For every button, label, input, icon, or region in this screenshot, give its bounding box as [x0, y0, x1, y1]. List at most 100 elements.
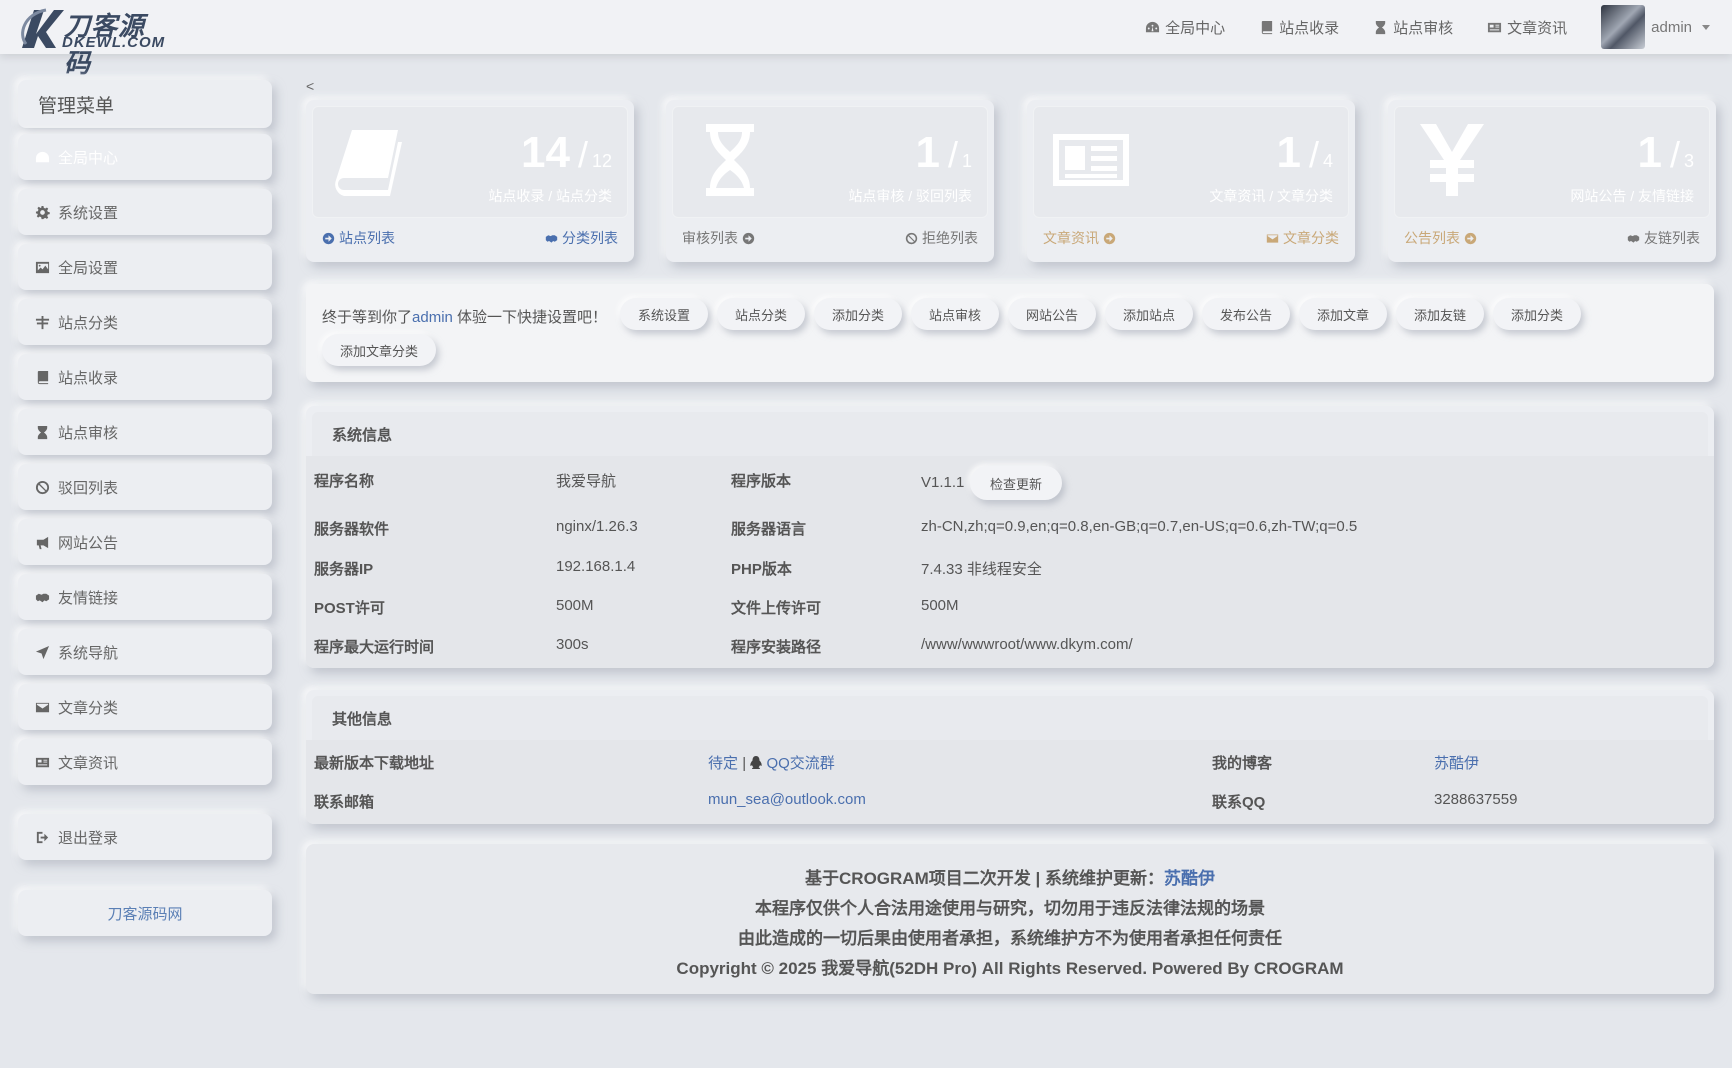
quick-site-review-button[interactable]: 站点审核 — [911, 298, 1000, 330]
sidebar-item-site-review[interactable]: 站点审核 — [18, 409, 272, 455]
category-list-link[interactable]: 分类列表 — [545, 228, 618, 248]
location-arrow-icon — [35, 645, 50, 659]
avatar[interactable] — [1601, 5, 1646, 49]
logout-label: 退出登录 — [58, 829, 119, 847]
topnav-sites[interactable]: 站点收录 — [1259, 17, 1339, 38]
sidebar-item-system-settings[interactable]: 系统设置 — [18, 189, 272, 235]
info-value: 7.4.33 非线程安全 — [921, 561, 1042, 578]
articles-link[interactable]: 文章资讯 — [1043, 228, 1116, 248]
newspaper-icon — [1488, 22, 1502, 32]
book-icon — [37, 370, 49, 384]
stat-divider: / — [577, 134, 588, 175]
link-label: 拒绝列表 — [922, 230, 978, 246]
sidebar-item-dashboard[interactable]: 全局中心 — [18, 134, 272, 180]
stat-divider: / — [947, 134, 958, 175]
stat-links: 审核列表 拒绝列表 — [682, 228, 978, 248]
info-label: 程序安装路径 — [731, 639, 822, 656]
download-pending-link[interactable]: 待定 — [708, 755, 738, 772]
topnav-review[interactable]: 站点审核 — [1373, 17, 1453, 38]
newspaper-icon — [35, 757, 50, 767]
greet-prefix: 终于等到你了 — [322, 309, 413, 326]
quick-announcement-button[interactable]: 网站公告 — [1008, 298, 1097, 330]
qq-penguin-icon — [750, 756, 762, 770]
other-info-title: 其他信息 — [312, 696, 1708, 740]
top-navbar: 刀客源码 DKEWL.COM 全局中心 站点收录 站点审核 文章资讯 admin — [0, 0, 1732, 78]
hourglass-icon — [690, 120, 770, 200]
other-info-table: 最新版本下载地址 待定 | QQ交流群 我的博客 苏酷伊 联系邮箱 mun_se… — [306, 740, 1714, 824]
quick-add-category-button-2[interactable]: 添加分类 — [1493, 298, 1582, 330]
site-list-link[interactable]: 站点列表 — [322, 228, 395, 248]
topnav-label: 全局中心 — [1165, 19, 1226, 37]
info-value: 500M — [921, 597, 959, 614]
chevron-down-icon — [1702, 24, 1710, 30]
collapse-sidebar-toggle[interactable]: < — [306, 78, 314, 94]
sidebar-item-label: 站点审核 — [58, 424, 119, 442]
sidebar-item-rejected-list[interactable]: 驳回列表 — [18, 464, 272, 510]
email-link[interactable]: mun_sea@outlook.com — [708, 791, 866, 808]
review-list-link[interactable]: 审核列表 — [682, 228, 755, 248]
quick-site-category-button[interactable]: 站点分类 — [717, 298, 806, 330]
sidebar-item-announcement[interactable]: 网站公告 — [18, 519, 272, 565]
arrow-circle-right-icon — [1103, 232, 1116, 244]
check-update-button[interactable]: 检查更新 — [970, 466, 1063, 500]
sidebar-item-friend-links[interactable]: 友情链接 — [18, 574, 272, 620]
sidebar-item-site-collection[interactable]: 站点收录 — [18, 354, 272, 400]
sidebar-item-article-category[interactable]: 文章分类 — [18, 684, 272, 730]
sidebar-item-system-nav[interactable]: 系统导航 — [18, 629, 272, 675]
footer-maintainer-link[interactable]: 苏酷伊 — [1164, 869, 1215, 888]
info-label: 服务器语言 — [731, 521, 807, 538]
stat-card-articles: 1/4 文章资讯 / 文章分类 文章资讯 文章分类 — [1027, 100, 1355, 262]
quick-greeting: 终于等到你了admin 体验一下快捷设置吧！ — [322, 306, 607, 327]
stat-count: 14 — [521, 128, 570, 177]
sidebar-item-articles[interactable]: 文章资讯 — [18, 739, 272, 785]
handshake-icon — [1627, 234, 1640, 243]
quick-add-article-button[interactable]: 添加文章 — [1299, 298, 1388, 330]
sidebar-item-site-category[interactable]: 站点分类 — [18, 299, 272, 345]
stat-card-announcements: 1/3 网站公告 / 友情链接 公告列表 友链列表 — [1388, 100, 1716, 262]
logout-button[interactable]: 退出登录 — [18, 814, 272, 860]
bullhorn-icon — [36, 536, 49, 549]
rejected-list-link[interactable]: 拒绝列表 — [905, 228, 978, 248]
blog-link[interactable]: 苏酷伊 — [1434, 752, 1479, 773]
article-category-link[interactable]: 文章分类 — [1266, 228, 1339, 248]
info-label: 文件上传许可 — [731, 600, 822, 617]
sidebar-item-global-settings[interactable]: 全局设置 — [18, 244, 272, 290]
sidebar-item-label: 全局设置 — [58, 259, 119, 277]
download-links: 待定 | QQ交流群 — [708, 752, 835, 773]
image-icon — [35, 261, 50, 273]
stat-count: 1 — [915, 128, 940, 177]
site-logo[interactable]: 刀客源码 DKEWL.COM — [16, 4, 166, 78]
sidebar-item-label: 站点分类 — [58, 314, 119, 332]
stat-numbers: 1/1 — [915, 128, 972, 178]
page-footer: 基于CROGRAM项目二次开发 | 系统维护更新：苏酷伊 本程序仅供个人合法用途… — [306, 844, 1714, 994]
quick-add-friend-link-button[interactable]: 添加友链 — [1396, 298, 1485, 330]
friend-link-list-link[interactable]: 友链列表 — [1627, 228, 1700, 248]
info-value: nginx/1.26.3 — [556, 518, 638, 535]
footer-line-credits: 基于CROGRAM项目二次开发 | 系统维护更新：苏酷伊 — [306, 864, 1714, 889]
topnav-dashboard[interactable]: 全局中心 — [1145, 17, 1225, 38]
footer-line-disclaimer-1: 本程序仅供个人合法用途使用与研究，切勿用于违反法律法规的场景 — [755, 899, 1265, 918]
stat-links: 站点列表 分类列表 — [322, 228, 618, 248]
sidebar-title: 管理菜单 — [18, 80, 272, 128]
info-label: POST许可 — [314, 600, 385, 617]
user-menu[interactable]: admin — [1601, 5, 1710, 49]
link-label: 站点列表 — [339, 230, 395, 246]
quick-system-settings-button[interactable]: 系统设置 — [620, 298, 709, 330]
footer-credits-text: 基于CROGRAM项目二次开发 | 系统维护更新： — [805, 869, 1164, 888]
sidebar-item-label: 文章分类 — [58, 699, 119, 717]
topnav-label: 站点收录 — [1279, 19, 1340, 37]
dashboard-icon — [1146, 21, 1160, 32]
sidebar-footer-link[interactable]: 刀客源码网 — [18, 890, 272, 936]
quick-add-site-button[interactable]: 添加站点 — [1105, 298, 1194, 330]
quick-add-article-category-button[interactable]: 添加文章分类 — [322, 334, 437, 366]
quick-publish-announcement-button[interactable]: 发布公告 — [1202, 298, 1291, 330]
sign-out-icon — [36, 831, 49, 843]
qq-group-link[interactable]: QQ交流群 — [766, 755, 834, 772]
quick-add-category-button[interactable]: 添加分类 — [814, 298, 903, 330]
info-value: 192.168.1.4 — [556, 558, 636, 575]
stat-total: 3 — [1683, 151, 1694, 171]
announcement-list-link[interactable]: 公告列表 — [1404, 228, 1477, 248]
link-label: 分类列表 — [562, 230, 618, 246]
topnav-articles[interactable]: 文章资讯 — [1487, 17, 1567, 38]
system-info-table: 程序名称 我爱导航 程序版本 V1.1.1 检查更新 服务器软件 nginx/1… — [306, 456, 1714, 668]
